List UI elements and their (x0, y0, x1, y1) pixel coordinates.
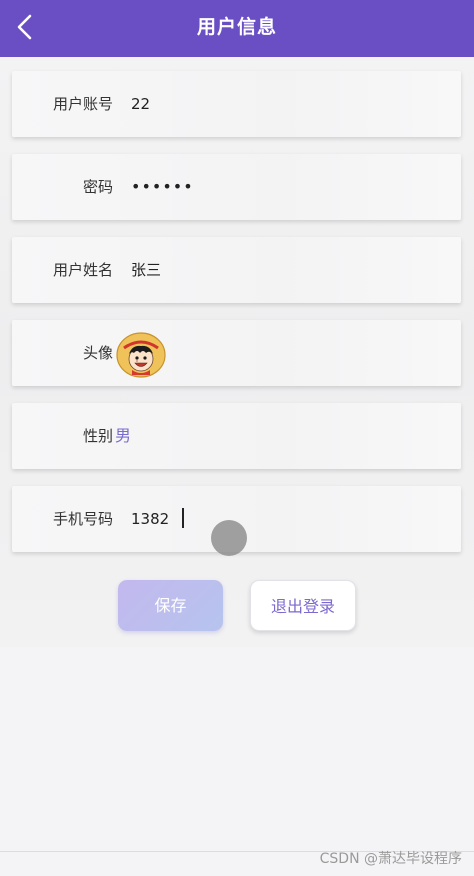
name-field[interactable]: 张三 (131, 237, 451, 303)
phone-label: 手机号码 (52, 510, 113, 528)
save-button[interactable]: 保存 (118, 580, 223, 631)
account-row: 用户账号 22 (12, 71, 461, 137)
avatar-label: 头像 (82, 344, 113, 362)
password-field[interactable]: •••••• (131, 154, 451, 220)
gender-label: 性别 (82, 427, 113, 445)
touch-indicator (211, 520, 247, 556)
password-label: 密码 (82, 178, 113, 196)
password-row: 密码 •••••• (12, 154, 461, 220)
name-label: 用户姓名 (52, 261, 113, 279)
account-label: 用户账号 (52, 95, 113, 113)
gender-row: 性别 男 (12, 403, 461, 469)
text-caret (182, 508, 184, 528)
phone-field[interactable]: 1382 (131, 486, 451, 552)
logout-button[interactable]: 退出登录 (250, 580, 356, 631)
avatar-row: 头像 (12, 320, 461, 386)
form-container: 用户账号 22 密码 •••••• 用户姓名 张三 头像 性别 男 手机号码 1… (0, 57, 474, 647)
name-row: 用户姓名 张三 (12, 237, 461, 303)
page-title: 用户信息 (196, 16, 277, 38)
gender-selector[interactable]: 男 (115, 403, 131, 469)
navbar: 用户信息 (0, 0, 474, 57)
account-field[interactable]: 22 (131, 71, 451, 137)
empty-area (0, 647, 474, 876)
avatar-image[interactable] (116, 330, 166, 378)
watermark: CSDN @萧达毕设程序 (319, 851, 462, 867)
